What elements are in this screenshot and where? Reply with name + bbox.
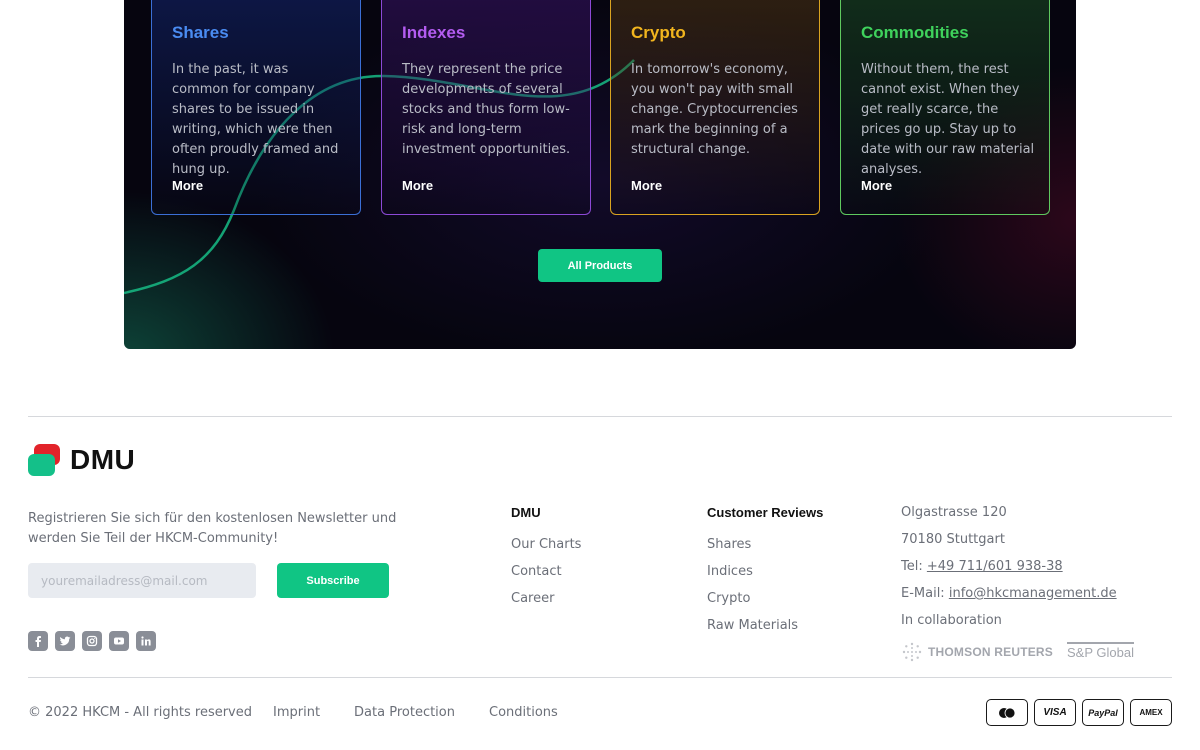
card-title: Crypto	[631, 23, 686, 42]
footer-divider-top	[28, 416, 1172, 417]
mastercard-icon	[986, 699, 1028, 726]
footer-link-crypto[interactable]: Crypto	[707, 591, 823, 618]
card-title: Indexes	[402, 23, 466, 42]
logo-icon	[28, 444, 62, 476]
thomson-reuters-icon	[902, 642, 922, 662]
newsletter-description: Registrieren Sie sich für den kostenlose…	[28, 511, 397, 546]
paypal-icon: PayPal	[1082, 699, 1124, 726]
column-heading: DMU	[511, 505, 541, 520]
address-city: 70180 Stuttgart	[901, 532, 1005, 547]
more-link-indexes[interactable]: More	[402, 178, 433, 193]
instagram-icon[interactable]	[82, 631, 102, 651]
amex-icon: AMEX	[1130, 699, 1172, 726]
card-description: In tomorrow's economy, you won't pay wit…	[631, 62, 798, 157]
product-card-shares: Shares In the past, it was common for co…	[151, 0, 361, 215]
visa-icon: VISA	[1034, 699, 1076, 726]
data-protection-link[interactable]: Data Protection	[354, 705, 455, 720]
facebook-icon[interactable]	[28, 631, 48, 651]
legal-links: Imprint Data Protection Conditions	[273, 705, 558, 720]
payment-methods: VISA PayPal AMEX	[986, 699, 1172, 726]
thomson-reuters-text: THOMSON REUTERS	[928, 645, 1054, 659]
tel-label: Tel:	[901, 559, 923, 574]
newsletter-email-input[interactable]	[28, 563, 256, 598]
conditions-link[interactable]: Conditions	[489, 705, 558, 720]
product-card-crypto: Crypto In tomorrow's economy, you won't …	[610, 0, 820, 215]
card-description: Without them, the rest cannot exist. Whe…	[861, 62, 1035, 177]
product-card-indexes: Indexes They represent the price develop…	[381, 0, 591, 215]
youtube-icon[interactable]	[109, 631, 129, 651]
footer-link-raw-materials[interactable]: Raw Materials	[707, 618, 823, 645]
logo-text: DMU	[70, 444, 136, 475]
subscribe-button[interactable]: Subscribe	[277, 563, 389, 598]
footer-column-dmu: DMU Our Charts Contact Career	[511, 505, 581, 618]
linkedin-icon[interactable]	[136, 631, 156, 651]
footer-link-shares[interactable]: Shares	[707, 537, 823, 564]
footer-logo[interactable]: DMU	[28, 444, 135, 476]
products-panel: Shares In the past, it was common for co…	[124, 0, 1076, 349]
card-title: Commodities	[861, 23, 969, 42]
phone-link[interactable]: +49 711/601 938-38	[927, 559, 1063, 574]
sp-global-logo: S&P Global	[1067, 642, 1134, 660]
social-links	[28, 631, 156, 651]
address-street: Olgastrasse 120	[901, 505, 1007, 520]
footer-column-customer-reviews: Customer Reviews Shares Indices Crypto R…	[707, 505, 823, 645]
footer-link-career[interactable]: Career	[511, 591, 581, 618]
email-label: E-Mail:	[901, 586, 945, 601]
all-products-button[interactable]: All Products	[538, 249, 662, 282]
copyright: © 2022 HKCM - All rights reserved	[28, 705, 253, 720]
twitter-icon[interactable]	[55, 631, 75, 651]
product-card-commodities: Commodities Without them, the rest canno…	[840, 0, 1050, 215]
footer-link-contact[interactable]: Contact	[511, 564, 581, 591]
footer-link-indices[interactable]: Indices	[707, 564, 823, 591]
thomson-reuters-logo: THOMSON REUTERS	[901, 641, 1053, 663]
footer-link-our-charts[interactable]: Our Charts	[511, 537, 581, 564]
more-link-crypto[interactable]: More	[631, 178, 662, 193]
more-link-commodities[interactable]: More	[861, 178, 892, 193]
email-link[interactable]: info@hkcmanagement.de	[949, 586, 1117, 601]
column-heading: Customer Reviews	[707, 505, 824, 520]
card-description: In the past, it was common for company s…	[172, 62, 339, 177]
more-link-shares[interactable]: More	[172, 178, 203, 193]
card-description: They represent the price developments of…	[402, 62, 571, 157]
card-title: Shares	[172, 23, 229, 42]
footer-divider-bottom	[28, 677, 1172, 678]
footer-address: Olgastrasse 120 70180 Stuttgart Tel: +49…	[901, 505, 1117, 640]
imprint-link[interactable]: Imprint	[273, 705, 320, 720]
collaboration-label: In collaboration	[901, 613, 1002, 628]
